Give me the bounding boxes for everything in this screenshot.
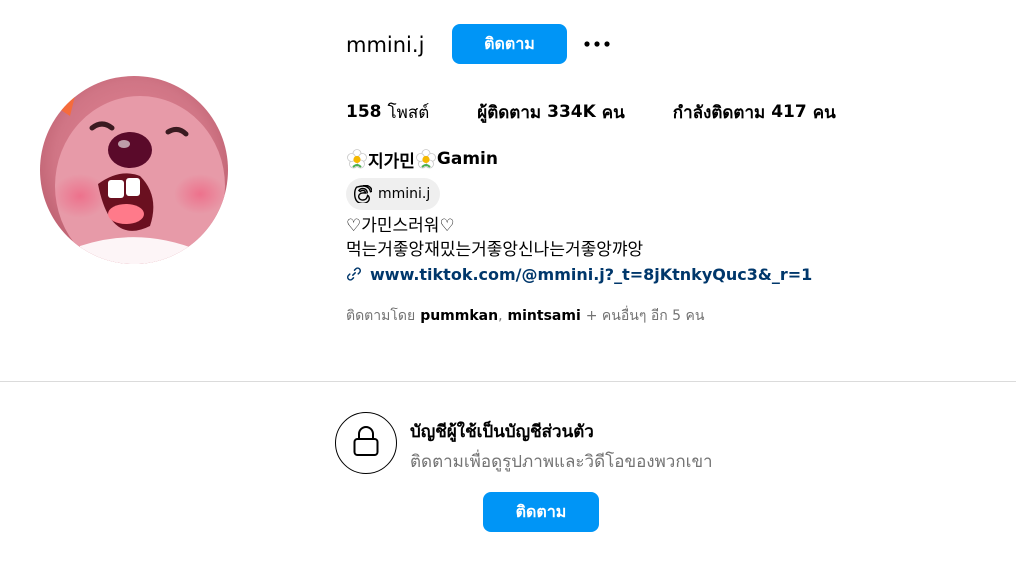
following-label: กำลังติดตาม bbox=[672, 102, 766, 123]
display-name: 지가민 Gamin bbox=[346, 146, 498, 172]
display-name-english: Gamin bbox=[436, 149, 498, 169]
bio-line-1: ♡가민스러워♡ bbox=[346, 216, 455, 236]
lock-icon bbox=[352, 425, 380, 461]
profile-avatar[interactable] bbox=[40, 76, 228, 264]
bio-link[interactable]: www.tiktok.com/@mmini.j?_t=8jKtnkyQuc3&_… bbox=[346, 262, 812, 286]
following-count-value: 417 bbox=[771, 102, 807, 122]
more-options-button[interactable] bbox=[582, 30, 612, 58]
follower-name: mintsami bbox=[507, 308, 581, 324]
bio-line-2: 먹는거좋앙재밌는거좋앙신나는거좋앙꺄앙 bbox=[346, 240, 644, 260]
following-count[interactable]: กำลังติดตาม 417 คน bbox=[673, 99, 836, 126]
posts-count-value: 158 bbox=[346, 102, 382, 122]
profile-page: mmini.j ติดตาม 158 โพสต์ ผู้ติดตาม 334K … bbox=[0, 0, 1016, 578]
bio-text: ♡가민스러워♡ 먹는거좋앙재밌는거좋앙신나는거좋앙꺄앙 bbox=[346, 214, 643, 262]
posts-count-label: โพสต์ bbox=[387, 102, 430, 123]
threads-icon bbox=[354, 185, 372, 203]
flower-emoji-icon bbox=[346, 148, 368, 170]
profile-username: mmini.j bbox=[346, 33, 425, 57]
followers-label: ผู้ติดตาม bbox=[477, 102, 542, 123]
follower-separator: , bbox=[498, 308, 503, 324]
followed-by-prefix: ติดตามโดย bbox=[346, 308, 416, 324]
display-name-korean: 지가민 bbox=[368, 151, 415, 172]
posts-count: 158 โพสต์ bbox=[346, 99, 429, 126]
followers-count-value: 334K bbox=[547, 102, 596, 122]
profile-stats: 158 โพสต์ ผู้ติดตาม 334K คน กำลังติดตาม … bbox=[346, 98, 836, 126]
followers-count[interactable]: ผู้ติดตาม 334K คน bbox=[477, 99, 625, 126]
lock-badge bbox=[335, 412, 397, 474]
private-account-subtitle: ติดตามเพื่อดูรูปภาพและวิดีโอของพวกเขา bbox=[410, 452, 713, 472]
follow-button[interactable]: ติดตาม bbox=[452, 24, 567, 64]
following-unit: คน bbox=[812, 102, 836, 123]
threads-handle: mmini.j bbox=[378, 186, 431, 202]
follow-button-secondary[interactable]: ติดตาม bbox=[483, 492, 599, 532]
bio-link-text: www.tiktok.com/@mmini.j?_t=8jKtnkyQuc3&_… bbox=[370, 264, 813, 284]
followers-unit: คน bbox=[601, 102, 625, 123]
section-divider bbox=[0, 381, 1016, 382]
flower-emoji-icon bbox=[415, 148, 437, 170]
follower-name: pummkan bbox=[420, 308, 499, 324]
more-options-icon bbox=[584, 41, 610, 47]
followed-by-suffix: + คนอื่นๆ อีก 5 คน bbox=[585, 308, 705, 324]
link-icon bbox=[346, 266, 362, 282]
private-account-title: บัญชีผู้ใช้เป็นบัญชีส่วนตัว bbox=[410, 422, 594, 442]
threads-badge[interactable]: mmini.j bbox=[346, 178, 441, 210]
followed-by[interactable]: ติดตามโดย pummkan , mintsami + คนอื่นๆ อ… bbox=[346, 305, 704, 327]
